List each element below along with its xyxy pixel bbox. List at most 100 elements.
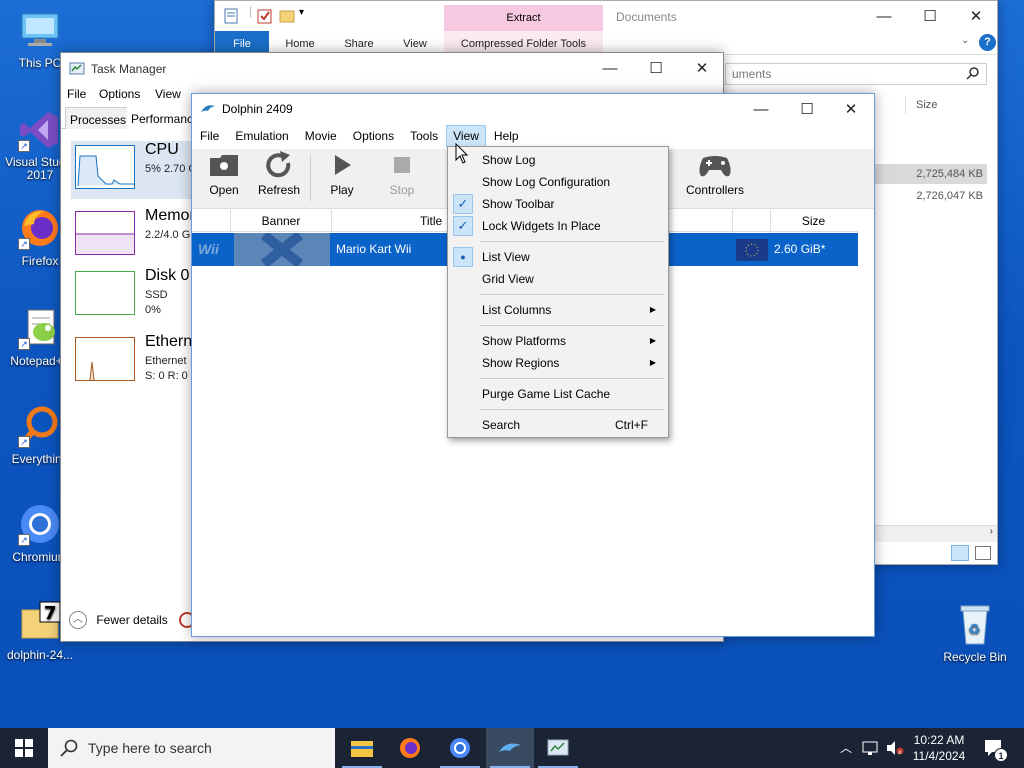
dolphin-close-button[interactable]: ✕ (828, 94, 874, 124)
column-header-title[interactable]: Title (420, 210, 442, 232)
menu-item-search[interactable]: Search Ctrl+F (450, 414, 666, 436)
submenu-arrow-icon: ▶ (649, 305, 656, 314)
menu-item-shortcut: Ctrl+F (615, 418, 648, 432)
show-hidden-icons-chevron-icon[interactable]: ︿ (840, 739, 852, 756)
menu-item-grid-view[interactable]: Grid View (450, 268, 666, 290)
dolphin-title-bar[interactable]: Dolphin 2409 — ☐ ✕ (192, 94, 874, 124)
taskbar-file-explorer[interactable] (338, 728, 386, 768)
menu-item-label: Search (482, 418, 521, 432)
toolbar-controllers-button[interactable]: Controllers (682, 149, 748, 207)
toolbar-stop-button[interactable]: Stop (378, 149, 426, 207)
platform-wii-icon: Wii (198, 241, 219, 257)
perf-item-ethernet[interactable]: Ethernet Ethernet S: 0 R: 0 (71, 333, 205, 391)
large-icons-view-icon[interactable] (975, 546, 991, 560)
explorer-search-box[interactable]: uments (725, 63, 987, 85)
quick-access-dropdown-icon[interactable]: ▾ (299, 7, 304, 18)
menu-separator (480, 378, 664, 379)
task-manager-title-bar[interactable]: Task Manager — ☐ ✕ (61, 53, 723, 83)
explorer-close-button[interactable]: ✕ (953, 1, 999, 31)
game-size: 2.60 GiB* (774, 242, 826, 256)
menu-help[interactable]: Help (486, 125, 527, 147)
folder-open-icon (200, 149, 248, 181)
menu-item-show-regions[interactable]: Show Regions ▶ (450, 352, 666, 374)
menu-item-list-view[interactable]: ● List View (450, 246, 666, 268)
menu-item-show-toolbar[interactable]: ✓ Show Toolbar (450, 193, 666, 215)
explorer-search-placeholder: uments (732, 67, 772, 81)
extract-context-tab[interactable]: Extract (444, 5, 603, 31)
task-manager-minimize-button[interactable]: — (587, 53, 633, 83)
explorer-maximize-button[interactable]: ☐ (907, 1, 953, 31)
horizontal-scrollbar[interactable]: › (875, 525, 997, 542)
clock-time[interactable]: 10:22 AM (908, 732, 970, 748)
menu-item-show-log[interactable]: Show Log (450, 149, 666, 171)
clock-date[interactable]: 11/4/2024 (908, 748, 970, 764)
fewer-details-label: Fewer details (96, 613, 168, 627)
ethernet-sparkline (75, 337, 135, 381)
help-icon[interactable]: ? (979, 34, 996, 51)
memory-sparkline (75, 211, 135, 255)
dolphin-maximize-button[interactable]: ☐ (784, 94, 830, 124)
quick-access-checkmark-icon[interactable] (257, 8, 273, 27)
taskbar-dolphin[interactable] (486, 728, 534, 768)
network-icon[interactable] (862, 740, 880, 759)
firefox-icon (400, 738, 420, 758)
submenu-arrow-icon: ▶ (649, 358, 656, 367)
volume-muted-icon[interactable]: x (886, 740, 904, 759)
menu-file[interactable]: File (67, 87, 86, 101)
menu-options[interactable]: Options (99, 87, 140, 101)
gamepad-icon (682, 149, 748, 181)
perf-item-detail: 2.2/4.0 G (145, 229, 191, 241)
perf-item-cpu[interactable]: CPU 5% 2.70 G (71, 141, 201, 199)
desktop-icon-label: dolphin-24... (6, 648, 74, 662)
menu-item-lock-widgets[interactable]: ✓ Lock Widgets In Place (450, 215, 666, 237)
perf-item-memory[interactable]: Memory 2.2/4.0 G (71, 207, 203, 265)
svg-text:♻: ♻ (968, 622, 981, 638)
toolbar-play-button[interactable]: Play (318, 149, 366, 207)
explorer-title-bar[interactable]: | ▾ Extract Documents — ☐ ✕ (215, 1, 997, 31)
ribbon-expand-icon[interactable]: ⌄ (961, 35, 969, 46)
task-manager-maximize-button[interactable]: ☐ (633, 53, 679, 83)
menu-item-label: Show Log (482, 153, 536, 167)
menu-item-list-columns[interactable]: List Columns ▶ (450, 299, 666, 321)
column-header-size[interactable]: Size (770, 210, 856, 232)
menu-item-show-log-configuration[interactable]: Show Log Configuration (450, 171, 666, 193)
menu-emulation[interactable]: Emulation (227, 125, 296, 147)
shortcut-arrow-icon: ↗ (18, 238, 30, 250)
task-manager-close-button[interactable]: ✕ (679, 53, 725, 83)
quick-access-properties-icon[interactable] (223, 8, 239, 27)
size-column-header[interactable]: Size (905, 96, 985, 114)
menu-item-label: Lock Widgets In Place (482, 219, 601, 233)
menu-file[interactable]: File (192, 125, 227, 147)
desktop-icon-recycle-bin[interactable]: ♻ Recycle Bin (936, 602, 1014, 664)
taskbar-task-manager[interactable] (534, 728, 582, 768)
perf-item-disk[interactable]: Disk 0 SSD 0% (71, 267, 191, 325)
shortcut-arrow-icon: ↗ (18, 140, 30, 152)
dolphin-title: Dolphin 2409 (222, 102, 293, 116)
toolbar-open-label: Open (209, 183, 239, 197)
fewer-details-button[interactable]: ︿ Fewer details (69, 611, 168, 631)
quick-access-new-folder-icon[interactable] (279, 8, 295, 27)
taskbar-firefox[interactable] (386, 728, 434, 768)
toolbar-open-button[interactable]: Open (200, 149, 248, 207)
details-view-icon[interactable] (951, 545, 969, 561)
dolphin-minimize-button[interactable]: — (738, 94, 784, 124)
start-button[interactable] (0, 728, 48, 768)
column-header-banner[interactable]: Banner (230, 210, 332, 232)
menu-separator (480, 241, 664, 242)
menu-movie[interactable]: Movie (297, 125, 345, 147)
menu-item-label: Grid View (482, 272, 534, 286)
svg-text:7: 7 (44, 603, 57, 624)
menu-view[interactable]: View (155, 87, 181, 101)
toolbar-refresh-button[interactable]: Refresh (254, 149, 304, 207)
toolbar-stop-label: Stop (389, 183, 415, 197)
menu-item-show-platforms[interactable]: Show Platforms ▶ (450, 330, 666, 352)
scroll-right-icon[interactable]: › (990, 526, 993, 537)
taskbar-chromium[interactable] (436, 728, 484, 768)
perf-item-detail: S: 0 R: 0 (145, 370, 188, 382)
menu-tools[interactable]: Tools (402, 125, 446, 147)
menu-options[interactable]: Options (345, 125, 402, 147)
explorer-minimize-button[interactable]: — (861, 1, 907, 31)
tab-processes[interactable]: Processes (65, 107, 132, 129)
menu-item-purge-cache[interactable]: Purge Game List Cache (450, 383, 666, 405)
taskbar-search-box[interactable]: Type here to search (48, 728, 335, 768)
